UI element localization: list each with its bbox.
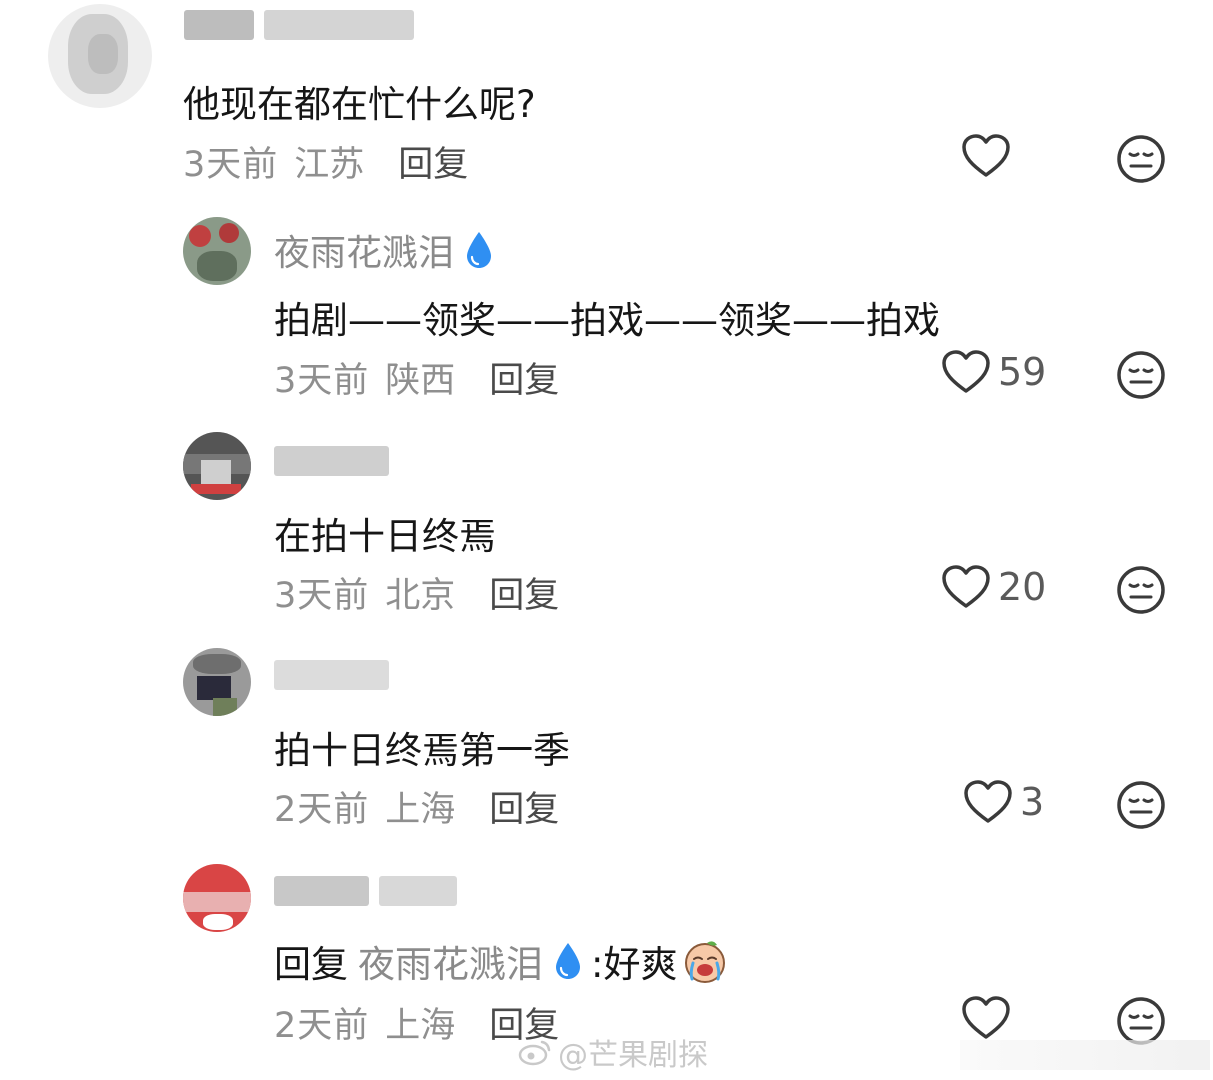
watermark: @芒果剧探 — [518, 1030, 708, 1074]
name-mask — [274, 446, 389, 476]
comment-location: 上海 — [385, 790, 456, 830]
heart-outline-icon — [964, 780, 1012, 823]
reply-button[interactable]: 回复 — [398, 136, 468, 187]
comment-meta: 2天前 上海 回复 — [274, 781, 559, 832]
reply-to-name[interactable]: 夜雨花溅泪 — [358, 934, 543, 988]
neutral-face-icon — [1117, 997, 1165, 1045]
comment-location: 江苏 — [294, 145, 365, 185]
comment-time: 3天前 — [274, 576, 370, 616]
like-button[interactable] — [962, 996, 1018, 1040]
dislike-button[interactable] — [1116, 780, 1166, 834]
like-button[interactable]: 59 — [942, 350, 1046, 394]
comment-time: 2天前 — [274, 790, 370, 830]
avatar[interactable] — [183, 864, 251, 932]
avatar[interactable] — [183, 648, 251, 716]
comment-time: 3天前 — [274, 361, 370, 401]
reply-content: :好爽 — [591, 943, 678, 986]
comment-meta: 3天前 江苏 回复 — [183, 136, 468, 187]
dislike-button[interactable] — [1116, 350, 1166, 404]
commenter-name[interactable] — [274, 660, 399, 690]
crying-laughing-emoji-icon — [685, 941, 726, 983]
watermark-text: @芒果剧探 — [558, 1038, 708, 1073]
reply-prefix: 回复 — [274, 943, 348, 986]
comment-text: 回复 夜雨花溅泪 :好爽 — [274, 934, 729, 988]
like-count: 3 — [1020, 780, 1045, 824]
name-mask — [274, 876, 369, 906]
comment-meta: 3天前 北京 回复 — [274, 567, 559, 618]
comment-meta: 2天前 上海 回复 — [274, 997, 559, 1048]
water-drop-icon — [467, 232, 492, 268]
commenter-name[interactable] — [184, 10, 424, 40]
commenter-name[interactable] — [274, 446, 399, 476]
dislike-button[interactable] — [1116, 565, 1166, 619]
comment-time: 3天前 — [183, 145, 279, 185]
heart-outline-icon — [962, 996, 1010, 1039]
like-count: 20 — [998, 565, 1047, 609]
name-mask — [274, 660, 389, 690]
neutral-face-icon — [1117, 351, 1165, 399]
comment-text: 拍剧——领奖——拍戏——领奖——拍戏 — [274, 299, 940, 342]
neutral-face-icon — [1117, 566, 1165, 614]
heart-outline-icon — [942, 350, 990, 393]
bottom-fade — [960, 1040, 1210, 1070]
water-drop-icon — [556, 943, 580, 979]
avatar[interactable] — [48, 4, 152, 108]
reply-button[interactable]: 回复 — [489, 567, 559, 618]
comment-meta: 3天前 陕西 回复 — [274, 352, 559, 403]
avatar[interactable] — [183, 432, 251, 500]
weibo-logo-icon — [518, 1040, 551, 1066]
avatar[interactable] — [183, 217, 251, 285]
comment-location: 北京 — [385, 576, 456, 616]
comment-location: 陕西 — [385, 361, 456, 401]
reply-button[interactable]: 回复 — [489, 781, 559, 832]
neutral-face-icon — [1117, 135, 1165, 183]
commenter-name[interactable] — [274, 876, 467, 906]
neutral-face-icon — [1117, 781, 1165, 829]
comment-text: 拍十日终焉第一季 — [274, 729, 570, 772]
name-mask — [184, 10, 254, 40]
name-mask — [379, 876, 457, 906]
reply-button[interactable]: 回复 — [489, 352, 559, 403]
comment-time: 2天前 — [274, 1006, 370, 1046]
comment-text: 他现在都在忙什么呢? — [183, 83, 536, 126]
dislike-button[interactable] — [1116, 134, 1166, 188]
like-button[interactable] — [962, 134, 1018, 178]
comment-location: 上海 — [385, 1006, 456, 1046]
like-count: 59 — [998, 350, 1047, 394]
like-button[interactable]: 3 — [964, 780, 1044, 824]
name-mask — [264, 10, 414, 40]
heart-outline-icon — [962, 134, 1010, 177]
commenter-name[interactable]: 夜雨花溅泪 — [274, 224, 494, 276]
like-button[interactable]: 20 — [942, 565, 1046, 609]
comment-text: 在拍十日终焉 — [274, 515, 496, 558]
heart-outline-icon — [942, 565, 990, 608]
